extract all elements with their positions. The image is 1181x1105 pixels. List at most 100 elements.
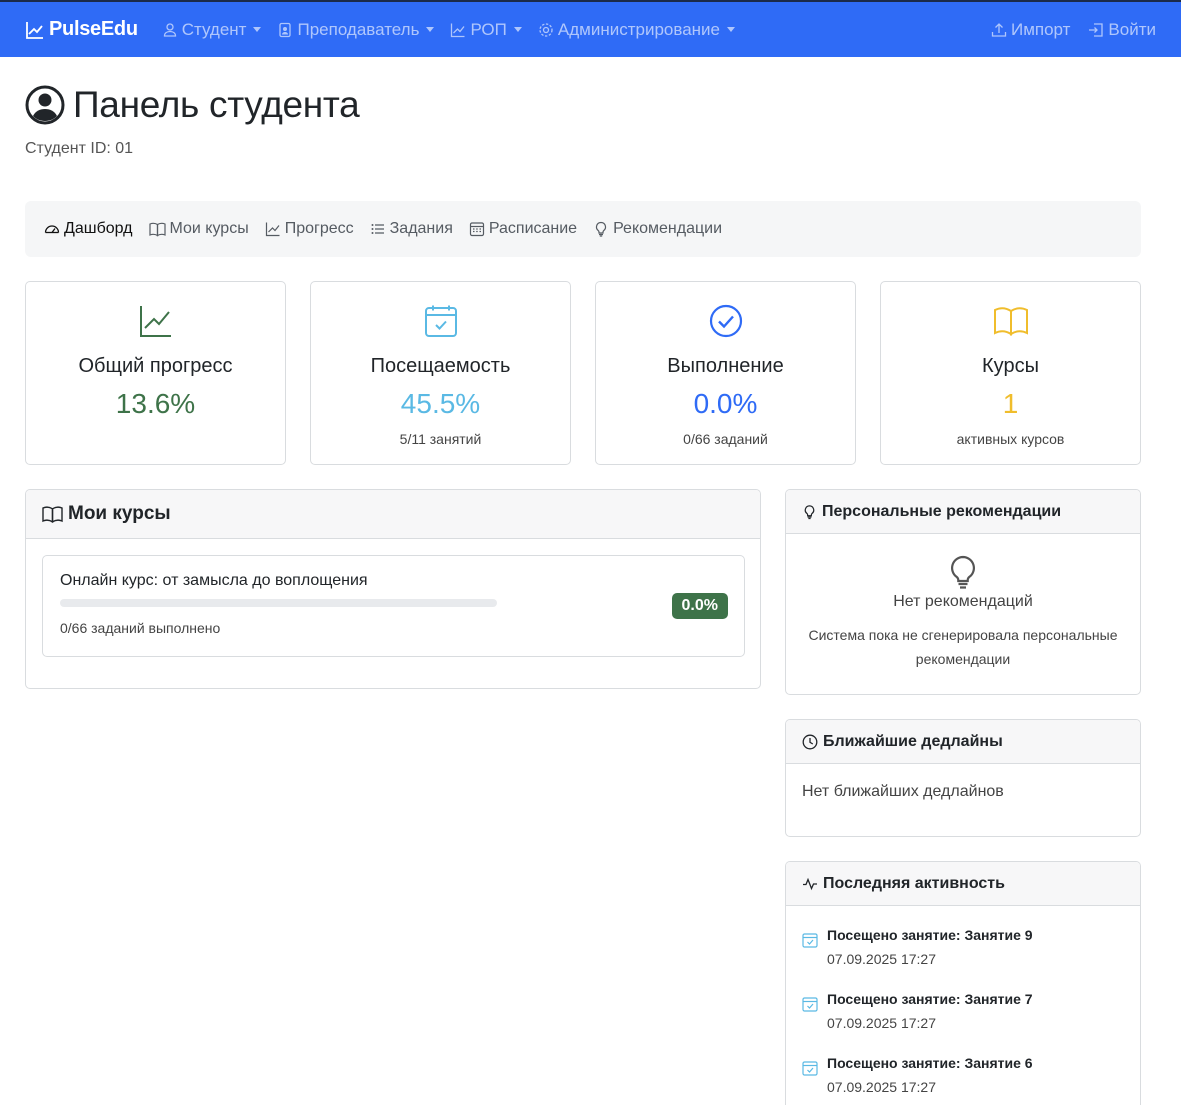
stat-title: Посещаемость [370, 355, 511, 377]
stat-value: 45.5% [400, 388, 481, 419]
stat-value: 13.6% [115, 388, 196, 419]
brand-name: PulseEdu [49, 18, 138, 40]
panel-header: Последняя активность [786, 862, 1140, 906]
book-icon [42, 506, 63, 523]
graph-up-icon [451, 23, 465, 37]
activity-panel: Последняя активность Посещено занятие: З… [785, 861, 1141, 1105]
tab-assignments-label: Задания [389, 220, 453, 237]
calendar-check-icon [802, 1061, 818, 1076]
course-progress-badge: 0.0% [671, 593, 728, 619]
activity-title: Посещено занятие: Занятие 6 [827, 1055, 1033, 1071]
caret-down-icon [513, 27, 522, 32]
calendar-check-icon [424, 305, 457, 337]
nav-rop-label: РОП [470, 19, 507, 39]
nav-teacher-dropdown[interactable]: Преподаватель [277, 19, 435, 40]
deadlines-panel: Ближайшие дедлайны Нет ближайших дедлайн… [785, 719, 1141, 837]
course-card[interactable]: Онлайн курс: от замысла до воплощения 0/… [42, 555, 745, 657]
clock-icon [802, 734, 818, 749]
nav-right-group: Импорт Войти [973, 20, 1156, 40]
calendar-check-icon [802, 933, 818, 948]
tab-dashboard[interactable]: Дашборд [44, 220, 133, 238]
login-link[interactable]: Войти [1088, 20, 1156, 40]
tab-dashboard-label: Дашборд [64, 220, 133, 237]
person-badge-icon [279, 22, 292, 37]
list-icon [371, 224, 384, 234]
book-icon [148, 222, 166, 237]
nav-teacher-label: Преподаватель [297, 19, 420, 39]
tab-progress[interactable]: Прогресс [265, 220, 354, 238]
stat-subtext: активных курсов [956, 431, 1065, 447]
nav-admin-label: Администрирование [557, 19, 720, 39]
graph-up-icon [139, 306, 171, 337]
stat-card-courses: Курсы 1 активных курсов [880, 281, 1141, 465]
empty-state-text: Нет ближайших дедлайнов [802, 783, 1004, 800]
activity-date: 07.09.2025 17:27 [827, 951, 936, 967]
check-circle-icon [709, 304, 742, 338]
activity-date: 07.09.2025 17:27 [827, 1015, 936, 1031]
my-courses-panel: Мои курсы Онлайн курс: от замысла до воп… [25, 489, 761, 689]
stat-title: Общий прогресс [78, 355, 233, 377]
graph-up-icon [265, 222, 280, 237]
caret-down-icon [727, 27, 735, 32]
top-navbar: PulseEdu Студент Преподаватель РОП Админ… [0, 0, 1181, 57]
person-circle-icon [25, 85, 65, 125]
stat-title: Курсы [982, 355, 1039, 377]
upload-icon [991, 22, 1007, 37]
lightbulb-icon [951, 555, 975, 589]
brand-link[interactable]: PulseEdu [25, 18, 138, 41]
lightbulb-icon [596, 221, 607, 237]
import-label: Импорт [1010, 19, 1071, 39]
stat-card-overall-progress: Общий прогресс 13.6% [25, 281, 286, 465]
panel-title: Мои курсы [68, 503, 171, 524]
tab-progress-label: Прогресс [284, 220, 354, 237]
activity-title: Посещено занятие: Занятие 9 [827, 927, 1033, 943]
box-arrow-in-right-icon [1089, 22, 1104, 37]
stat-value: 1 [1002, 388, 1019, 419]
nav-rop-dropdown[interactable]: РОП [450, 19, 522, 40]
nav-student-label: Студент [181, 19, 247, 39]
page-title: Панель студента [25, 84, 360, 126]
tab-schedule-label: Расписание [488, 220, 578, 237]
activity-date: 07.09.2025 17:27 [827, 1079, 936, 1095]
stat-subtext: 0/66 заданий [683, 431, 768, 447]
empty-state-text: Система пока не сгенерировала персональн… [808, 627, 1118, 667]
tab-my-courses-label: Мои курсы [169, 220, 249, 237]
panel-title: Ближайшие дедлайны [823, 732, 1003, 750]
tab-schedule[interactable]: Расписание [469, 220, 577, 238]
person-icon [163, 22, 176, 37]
activity-title: Посещено занятие: Занятие 7 [827, 991, 1033, 1007]
calendar-check-icon [802, 997, 818, 1012]
panel-header: Персональные рекомендации [786, 490, 1140, 534]
activity-icon [803, 877, 817, 890]
tab-recommendations-label: Рекомендации [613, 220, 723, 237]
stat-title: Выполнение [667, 355, 784, 377]
import-link[interactable]: Импорт [991, 20, 1070, 40]
book-icon [993, 307, 1028, 336]
lightbulb-icon [804, 504, 815, 519]
tab-my-courses[interactable]: Мои курсы [148, 220, 249, 238]
student-id: Студент ID: 01 [25, 140, 134, 157]
nav-admin-dropdown[interactable]: Администрирование [538, 20, 735, 40]
gear-icon [539, 22, 553, 37]
nav-student-dropdown[interactable]: Студент [162, 20, 262, 40]
activity-item: Посещено занятие: Занятие 7 07.09.2025 1… [802, 987, 1033, 1035]
panel-title: Персональные рекомендации [822, 502, 1062, 520]
activity-item: Посещено занятие: Занятие 6 07.09.2025 1… [802, 1051, 1033, 1099]
dashboard-tabs: Дашборд Мои курсы Прогресс Задания Распи… [25, 201, 1141, 257]
empty-state-title: Нет рекомендаций [893, 593, 1033, 610]
panel-title: Последняя активность [823, 874, 1005, 892]
graph-up-icon [26, 21, 43, 39]
stat-value: 0.0% [693, 388, 758, 419]
panel-header: Ближайшие дедлайны [786, 720, 1140, 764]
speedometer-icon [44, 225, 60, 234]
stat-card-attendance: Посещаемость 45.5% 5/11 занятий [310, 281, 571, 465]
activity-item: Посещено занятие: Занятие 9 07.09.2025 1… [802, 923, 1033, 971]
course-progress-bar [60, 599, 497, 607]
panel-header: Мои курсы [26, 490, 760, 539]
tab-assignments[interactable]: Задания [370, 220, 453, 238]
stat-card-completion: Выполнение 0.0% 0/66 заданий [595, 281, 856, 465]
tab-recommendations[interactable]: Рекомендации [593, 220, 722, 238]
course-summary: 0/66 заданий выполнено [60, 620, 221, 636]
login-label: Войти [1108, 19, 1156, 39]
course-name: Онлайн курс: от замысла до воплощения [60, 572, 368, 589]
